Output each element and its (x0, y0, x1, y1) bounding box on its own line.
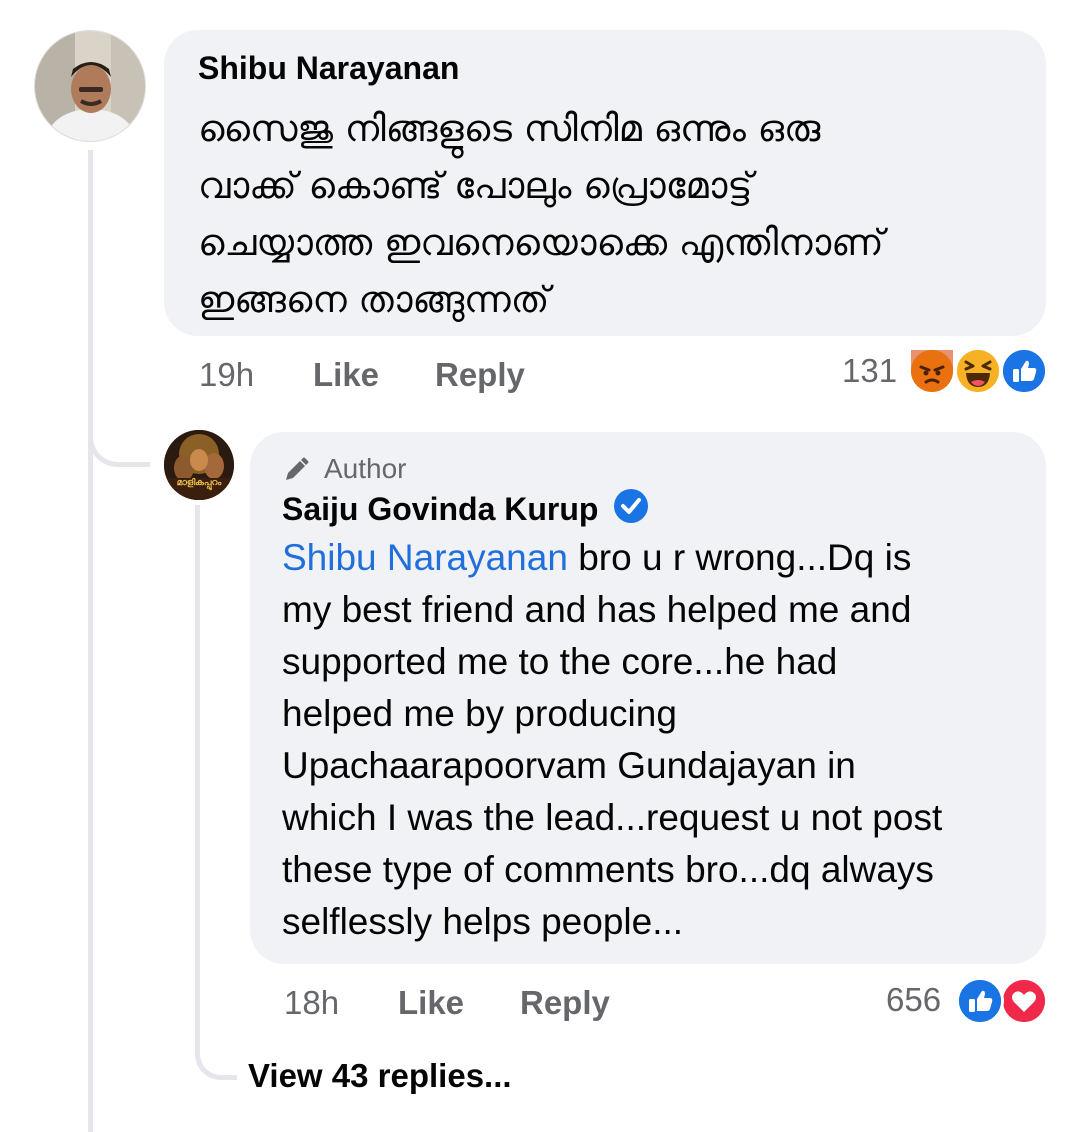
reply-text-segment: bro u r wrong...Dq is (567, 537, 912, 578)
reply-text-line: helped me by producing (282, 693, 677, 734)
reply-text-line: Upachaarapoorvam Gundajayan in (282, 745, 856, 786)
mention-link[interactable]: Shibu Narayanan (282, 537, 568, 578)
verified-badge-icon (613, 488, 649, 529)
comment-text: സൈജു നിങ്ങളുടെ സിനിമ ഒന്നും ഒരു വാക്ക് ക… (198, 100, 1038, 328)
view-replies-link[interactable]: View 43 replies... (248, 1056, 512, 1096)
reply-like-button[interactable]: Like (398, 983, 464, 1023)
reaction-count: 131 (842, 352, 898, 389)
comment-timestamp[interactable]: 19h (199, 355, 254, 395)
comment-reply-button[interactable]: Reply (435, 355, 525, 395)
author-badge-label: Author (324, 453, 407, 484)
thread-line-reply (195, 505, 200, 1045)
haha-icon (954, 347, 1002, 395)
comment-reactions[interactable]: 131 (838, 345, 1050, 399)
reply-reply-button[interactable]: Reply (520, 983, 610, 1023)
comment-text-line: ചെയ്യാത്ത ഇവനെയൊക്കെ എന്തിനാണ് (198, 221, 884, 264)
reply-avatar[interactable]: മാളികപ്പുറം (164, 430, 234, 500)
comment-bubble: Shibu Narayanan സൈജു നിങ്ങളുടെ സിനിമ ഒന്… (164, 30, 1046, 336)
comment-author-name[interactable]: Shibu Narayanan (198, 48, 459, 88)
pencil-icon (286, 457, 309, 480)
reply-timestamp[interactable]: 18h (284, 983, 339, 1023)
reply-text-line: my best friend and has helped me and (282, 589, 912, 630)
thread-line-main (88, 150, 93, 1132)
comment-text-line: വാക്ക് കൊണ്ട് പോലും പ്രൊമോട്ട് (198, 164, 753, 207)
love-icon (1000, 977, 1048, 1025)
reply-text-line: Shibu Narayanan bro u r wrong...Dq is (282, 532, 1042, 584)
reply-text-line: selflessly helps people... (282, 901, 684, 942)
reply-text-line: supported me to the core...he had (282, 641, 838, 682)
like-icon (956, 977, 1004, 1025)
reply-avatar-caption: മാളികപ്പുറം (176, 478, 222, 488)
reply-bubble: Author Saiju Govinda Kurup Shibu Narayan… (250, 432, 1046, 964)
like-icon (1000, 347, 1048, 395)
reply-avatar-poster (164, 430, 234, 500)
reply-text-line: which I was the lead...request u not pos… (282, 797, 943, 838)
reply-text-line: these type of comments bro...dq always (282, 849, 934, 890)
avatar-photo (35, 31, 145, 141)
reply-author-name[interactable]: Saiju Govinda Kurup (282, 489, 598, 529)
reply-reactions[interactable]: 656 (882, 975, 1052, 1029)
avatar[interactable] (34, 30, 146, 142)
comment-text-line: സൈജു നിങ്ങളുടെ സിനിമ ഒന്നും ഒരു (198, 107, 821, 150)
thread-branch-view-replies (195, 1030, 237, 1080)
reply-text: Shibu Narayanan bro u r wrong...Dq is my… (282, 532, 1042, 948)
reaction-count: 656 (886, 981, 942, 1018)
comment-text-line: ഇങ്ങനെ താങ്ങുന്നത് (198, 278, 550, 321)
thread-branch-reply (88, 405, 150, 467)
comment-like-button[interactable]: Like (313, 355, 379, 395)
reply-author-row: Saiju Govinda Kurup (282, 488, 649, 528)
angry-icon (908, 347, 956, 395)
